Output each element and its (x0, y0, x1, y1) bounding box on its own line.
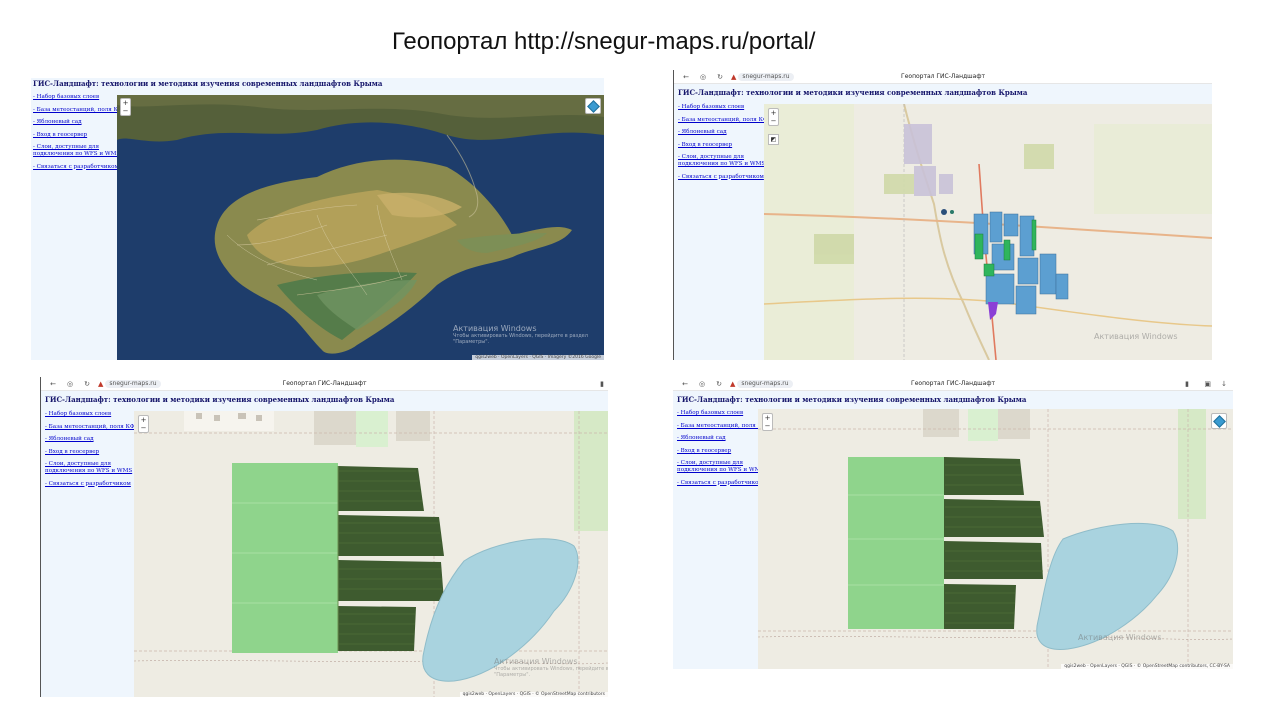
app-title: ГИС-Ландшафт: технологии и методики изуч… (45, 395, 395, 404)
slide-title: Геопортал http://snegur-maps.ru/portal/ (392, 28, 816, 55)
tab-title: Геопортал ГИС-Ландшафт (282, 380, 367, 387)
browser-toolbar: ← ◎ ↻ ▲ snegur-maps.ru Геопортал ГИС-Лан… (674, 70, 1212, 84)
sidebar-menu: - Набор базовых слоев - База метеостанци… (678, 104, 772, 180)
zoom-control: + − (138, 415, 149, 433)
address-bar[interactable]: snegur-maps.ru (738, 72, 794, 81)
menu-wfs-layers[interactable]: - Слои, доступные для (45, 461, 139, 468)
menu-contact-developer[interactable]: - Связаться с разработчиком (677, 480, 771, 487)
menu-apple-orchard[interactable]: - Яблоневый сад (678, 129, 772, 136)
layers-icon (1212, 414, 1226, 428)
bookmark-icon[interactable]: ▮ (600, 380, 604, 388)
map-canvas[interactable]: + − Активация Windows Чтобы активировать… (134, 411, 608, 697)
menu-contact-developer[interactable]: - Связаться с разработчиком (45, 481, 139, 488)
map-canvas[interactable]: + − Активация Windows Чтобы активировать… (117, 95, 604, 360)
app-title: ГИС-Ландшафт: технологии и методики изуч… (33, 79, 383, 88)
menu-weather-stations[interactable]: - База метеостанций, поля КФУ (33, 107, 127, 114)
back-icon[interactable]: ← (48, 380, 58, 388)
menu-base-layers[interactable]: - Набор базовых слоев (677, 410, 771, 417)
zoom-out-button[interactable]: − (121, 107, 130, 115)
warning-icon: ▲ (730, 379, 736, 388)
map-attribution: qgis2web · OpenLayers · QGIS · © OpenStr… (459, 692, 608, 697)
tabs-icon[interactable]: ▣ (1204, 380, 1211, 388)
bookmark-icon[interactable]: ▮ (1185, 380, 1189, 388)
map-attribution: qgis2web · OpenLayers · QGIS · Imagery ©… (472, 355, 604, 360)
reload-icon[interactable]: ↻ (82, 380, 92, 388)
home-icon[interactable]: ◎ (65, 380, 75, 388)
menu-wfs-layers[interactable]: - Слои, доступные для (678, 154, 772, 161)
menu-geoserver[interactable]: - Вход в геосервер (677, 448, 771, 455)
zoom-out-button[interactable]: − (769, 117, 778, 125)
menu-wfs-layers[interactable]: - Слои, доступные для (677, 460, 771, 467)
menu-geoserver[interactable]: - Вход в геосервер (33, 132, 127, 139)
tab-title: Геопортал ГИС-Ландшафт (901, 73, 985, 80)
windows-activation-watermark: Активация Windows (1094, 332, 1178, 341)
layers-icon (586, 99, 600, 113)
menu-base-layers[interactable]: - Набор базовых слоев (45, 411, 139, 418)
app-title: ГИС-Ландшафт: технологии и методики изуч… (677, 395, 1027, 404)
menu-contact-developer[interactable]: - Связаться с разработчиком (678, 174, 772, 181)
zoom-control: + − (120, 98, 131, 116)
warning-icon: ▲ (731, 72, 737, 81)
screenshot-fields-map: ← ◎ ↻ ▲ snegur-maps.ru Геопортал ГИС-Лан… (673, 70, 1212, 360)
zoom-out-button[interactable]: − (763, 422, 772, 430)
address-bar[interactable]: snegur-maps.ru (737, 379, 793, 388)
tab-title: Геопортал ГИС-Ландшафт (911, 380, 995, 387)
browser-toolbar: ← ◎ ↻ ▲ snegur-maps.ru Геопортал ГИС-Лан… (41, 377, 608, 391)
back-icon[interactable]: ← (681, 73, 691, 81)
menu-geoserver[interactable]: - Вход в геосервер (45, 449, 139, 456)
sidebar-menu: - Набор базовых слоев - База метеостанци… (677, 410, 771, 486)
download-icon[interactable]: ↓ (1221, 380, 1227, 388)
layer-switcher-button[interactable] (585, 98, 601, 114)
menu-wfs-layers-line2[interactable]: подключения по WFS и WMS (33, 151, 127, 158)
windows-activation-watermark: Активация Windows Чтобы активировать Win… (453, 324, 588, 345)
menu-wfs-layers-line2[interactable]: подключения по WFS и WMS (677, 467, 771, 474)
zoom-in-button[interactable]: + (121, 99, 130, 107)
windows-activation-watermark: Активация Windows Чтобы активировать Win… (494, 657, 608, 678)
sidebar-menu: - Набор базовых слоев - База метеостанци… (33, 94, 127, 170)
zoom-in-button[interactable]: + (763, 414, 772, 422)
zoom-out-button[interactable]: − (139, 424, 148, 432)
menu-contact-developer[interactable]: - Связаться с разработчиком (33, 164, 127, 171)
menu-weather-stations[interactable]: - База метеостанций, поля КФУ (45, 424, 139, 431)
warning-icon: ▲ (98, 379, 104, 388)
app-title: ГИС-Ландшафт: технологии и методики изуч… (678, 88, 1028, 97)
windows-activation-watermark: Активация Windows (1078, 633, 1162, 642)
map-canvas[interactable]: + − ◩ Активация Windows (764, 104, 1212, 360)
sidebar-menu: - Набор базовых слоев - База метеостанци… (45, 411, 139, 487)
zoom-in-button[interactable]: + (769, 109, 778, 117)
zoom-control: + − (762, 413, 773, 431)
reload-icon[interactable]: ↻ (714, 380, 724, 388)
menu-apple-orchard[interactable]: - Яблоневый сад (33, 119, 127, 126)
address-bar[interactable]: snegur-maps.ru (105, 379, 161, 388)
map-attribution: qgis2web · OpenLayers · QGIS · © OpenStr… (1061, 664, 1233, 669)
reload-icon[interactable]: ↻ (715, 73, 725, 81)
layer-switcher-button[interactable] (1211, 413, 1227, 429)
menu-weather-stations[interactable]: - База метеостанций, поля КФУ (677, 423, 771, 430)
menu-weather-stations[interactable]: - База метеостанций, поля КФУ (678, 117, 772, 124)
menu-base-layers[interactable]: - Набор базовых слоев (678, 104, 772, 111)
menu-base-layers[interactable]: - Набор базовых слоев (33, 94, 127, 101)
zoom-control: + − (768, 108, 779, 126)
measure-tool-button[interactable]: ◩ (768, 134, 779, 145)
screenshot-orchard-map-left: ← ◎ ↻ ▲ snegur-maps.ru Геопортал ГИС-Лан… (40, 377, 608, 697)
menu-wfs-layers[interactable]: - Слои, доступные для (33, 144, 127, 151)
menu-geoserver[interactable]: - Вход в геосервер (678, 142, 772, 149)
home-icon[interactable]: ◎ (698, 73, 708, 81)
home-icon[interactable]: ◎ (697, 380, 707, 388)
browser-toolbar: ← ◎ ↻ ▲ snegur-maps.ru Геопортал ГИС-Лан… (673, 377, 1233, 391)
menu-wfs-layers-line2[interactable]: подключения по WFS и WMS (45, 468, 139, 475)
screenshot-crimea-map: ГИС-Ландшафт: технологии и методики изуч… (31, 78, 604, 360)
menu-wfs-layers-line2[interactable]: подключения по WFS и WMS (678, 161, 772, 168)
screenshot-orchard-map-right: ← ◎ ↻ ▲ snegur-maps.ru Геопортал ГИС-Лан… (673, 377, 1233, 669)
zoom-in-button[interactable]: + (139, 416, 148, 424)
menu-apple-orchard[interactable]: - Яблоневый сад (677, 435, 771, 442)
menu-apple-orchard[interactable]: - Яблоневый сад (45, 436, 139, 443)
map-canvas[interactable]: + − Активация Windows qgis2web · OpenLay… (758, 409, 1233, 669)
back-icon[interactable]: ← (680, 380, 690, 388)
